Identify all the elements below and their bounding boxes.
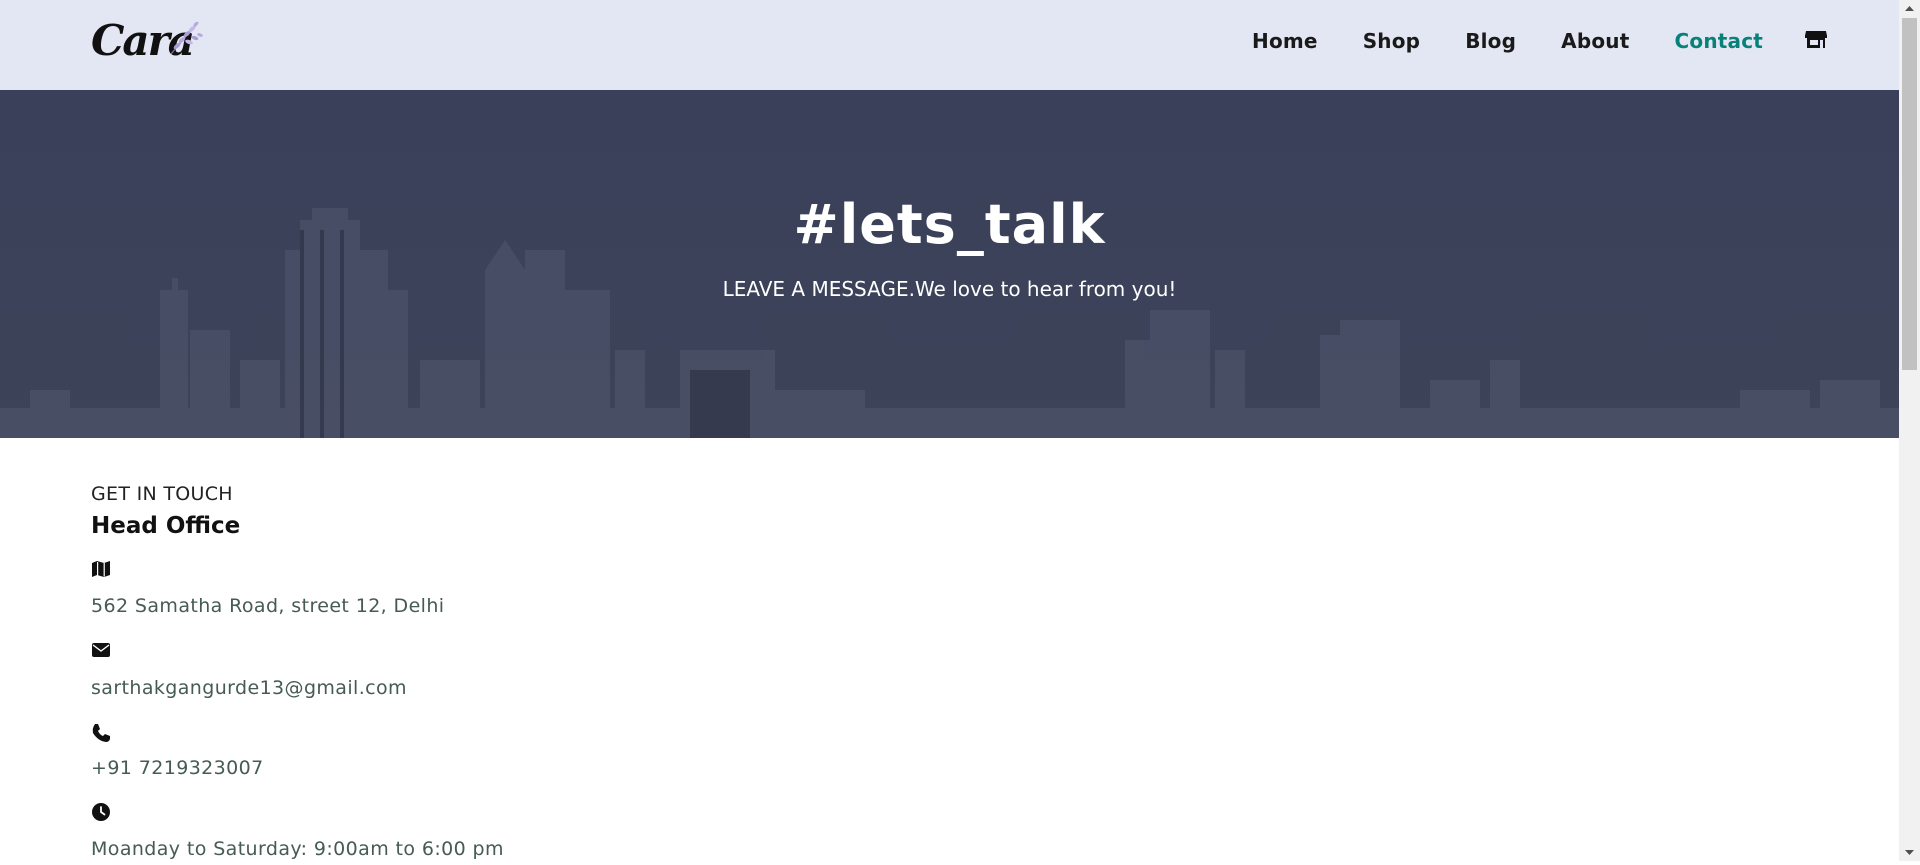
phone-text: +91 7219323007 xyxy=(91,757,264,779)
section-heading: Head Office xyxy=(91,513,241,539)
clock-icon xyxy=(91,802,111,822)
email-text: sarthakgangurde13@gmail.com xyxy=(91,677,407,699)
site-header: Cara Home Shop Blog About Contact xyxy=(0,0,1899,90)
logo[interactable]: Cara xyxy=(91,14,203,65)
nav-about[interactable]: About xyxy=(1561,28,1629,54)
scroll-up-arrow-icon[interactable] xyxy=(1899,0,1920,17)
scrollbar-thumb[interactable] xyxy=(1902,18,1917,370)
hero-banner: #lets_talk LEAVE A MESSAGE.We love to he… xyxy=(0,90,1899,438)
address-text: 562 Samatha Road, street 12, Delhi xyxy=(91,595,445,617)
scroll-down-arrow-icon[interactable] xyxy=(1899,844,1920,861)
nav-blog[interactable]: Blog xyxy=(1465,28,1516,54)
city-skyline-background xyxy=(0,90,1899,438)
section-eyebrow: GET IN TOUCH xyxy=(91,483,233,505)
nav-contact[interactable]: Contact xyxy=(1675,28,1764,54)
nav-home[interactable]: Home xyxy=(1252,28,1318,54)
main-nav: Home Shop Blog About Contact xyxy=(1252,28,1828,54)
shopping-bag-icon[interactable] xyxy=(1804,28,1828,54)
lavender-sprig-icon xyxy=(170,21,203,55)
map-icon xyxy=(91,560,111,580)
envelope-icon xyxy=(91,642,111,662)
hero-subtitle: LEAVE A MESSAGE.We love to hear from you… xyxy=(722,277,1177,301)
phone-icon xyxy=(91,723,111,743)
nav-shop[interactable]: Shop xyxy=(1363,28,1421,54)
page: Cara Home Shop Blog About Contact #lets_… xyxy=(0,0,1899,861)
page-scrollbar[interactable] xyxy=(1899,0,1920,861)
hours-text: Moanday to Saturday: 9:00am to 6:00 pm xyxy=(91,838,504,860)
hero-title: #lets_talk xyxy=(793,193,1106,256)
